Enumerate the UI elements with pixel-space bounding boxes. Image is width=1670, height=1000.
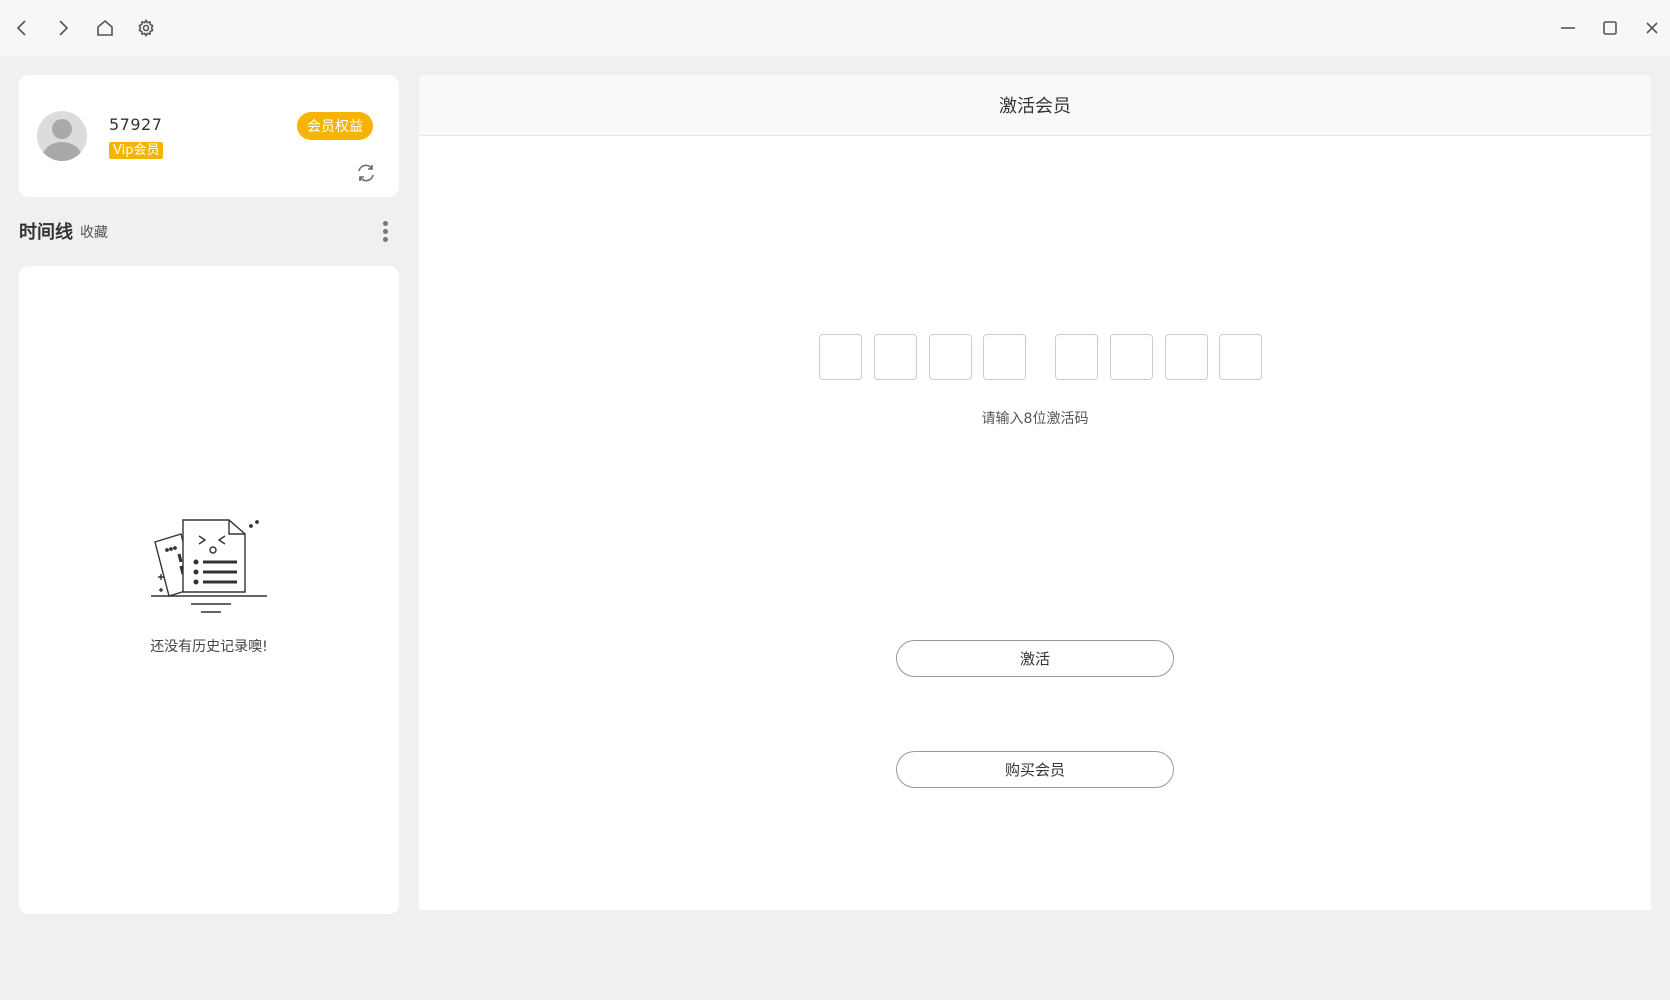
home-icon bbox=[97, 19, 113, 36]
profile-card: 57927 Vip会员 会员权益 bbox=[19, 75, 399, 197]
minimize-button[interactable] bbox=[1556, 16, 1580, 40]
more-dot bbox=[382, 221, 388, 226]
forward-button[interactable] bbox=[51, 16, 75, 40]
code-input-5[interactable] bbox=[1055, 334, 1098, 380]
vip-badge: Vip会员 bbox=[109, 142, 164, 159]
close-icon bbox=[1646, 22, 1658, 34]
sidebar-tabs: 时间线 收藏 bbox=[19, 218, 399, 246]
more-dot bbox=[382, 229, 388, 234]
history-list: 还没有历史记录噢! bbox=[19, 266, 399, 914]
page-title: 激活会员 bbox=[419, 75, 1651, 136]
username: 57927 bbox=[109, 115, 163, 134]
member-benefits-button[interactable]: 会员权益 bbox=[297, 112, 373, 140]
maximize-button[interactable] bbox=[1598, 16, 1622, 40]
title-bar bbox=[0, 0, 1670, 56]
tab-favorites[interactable]: 收藏 bbox=[80, 222, 108, 242]
avatar[interactable] bbox=[37, 111, 87, 161]
chevron-left-icon bbox=[16, 20, 26, 36]
avatar-body-shape bbox=[43, 142, 81, 161]
maximize-icon bbox=[1603, 21, 1617, 35]
code-hint-text: 请输入8位激活码 bbox=[981, 411, 1089, 427]
code-input-8[interactable] bbox=[1219, 334, 1262, 380]
home-button[interactable] bbox=[93, 16, 117, 40]
buy-membership-button[interactable]: 购买会员 bbox=[896, 751, 1174, 788]
more-dot bbox=[382, 237, 388, 242]
gear-icon bbox=[138, 19, 154, 37]
refresh-icon bbox=[358, 164, 374, 182]
code-input-1[interactable] bbox=[819, 334, 862, 380]
chevron-right-icon bbox=[59, 20, 69, 36]
close-button[interactable] bbox=[1640, 16, 1664, 40]
activate-button[interactable]: 激活 bbox=[896, 640, 1174, 677]
settings-button[interactable] bbox=[134, 16, 158, 40]
more-options-icon[interactable] bbox=[379, 218, 391, 246]
empty-history-text: 还没有历史记录噢! bbox=[150, 639, 268, 655]
code-input-6[interactable] bbox=[1110, 334, 1153, 380]
avatar-head-shape bbox=[52, 119, 72, 139]
tab-timeline[interactable]: 时间线 bbox=[19, 218, 73, 244]
code-input-4[interactable] bbox=[983, 334, 1026, 380]
code-input-3[interactable] bbox=[929, 334, 972, 380]
empty-documents-icon bbox=[151, 519, 267, 613]
code-input-2[interactable] bbox=[874, 334, 917, 380]
minimize-icon bbox=[1561, 27, 1575, 29]
refresh-button[interactable] bbox=[355, 162, 377, 184]
code-input-7[interactable] bbox=[1165, 334, 1208, 380]
back-button[interactable] bbox=[10, 16, 34, 40]
activation-panel: 激活会员 请输入8位激活码 激活 购买会员 bbox=[419, 75, 1651, 910]
